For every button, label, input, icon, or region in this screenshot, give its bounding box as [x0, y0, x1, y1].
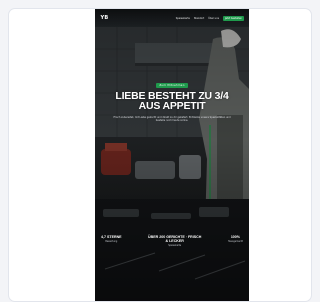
- stat-rating: 4,7 Sterne Bewertung: [101, 235, 122, 247]
- stat-homemade-value: 100%: [230, 235, 241, 239]
- stat-rating-value: 4,7 Sterne: [101, 235, 122, 239]
- brand-logo[interactable]: YB: [100, 14, 109, 22]
- hero-subtext: Frisch zubereitet, mit Liebe gekocht und…: [113, 116, 231, 123]
- top-navigation: YB Speisekarte Standort Über uns Jetzt b…: [95, 9, 249, 27]
- nav-link-about[interactable]: Über uns: [208, 17, 219, 20]
- nav-link-menu[interactable]: Speisekarte: [176, 17, 190, 20]
- stat-rating-label: Bewertung: [105, 240, 118, 243]
- hero-badge: Zum Mitnehmen: [156, 83, 188, 88]
- stat-homemade-label: Hausgemacht: [227, 240, 243, 243]
- stat-dishes: Über 200 Gerichte · Frisch & Lecker Spei…: [147, 235, 203, 247]
- preview-card: YB Speisekarte Standort Über uns Jetzt b…: [8, 8, 312, 302]
- hero-background-image: [95, 9, 249, 301]
- nav-links: Speisekarte Standort Über uns Jetzt best…: [176, 15, 244, 21]
- stat-dishes-value: Über 200 Gerichte · Frisch & Lecker: [148, 235, 202, 243]
- nav-link-location[interactable]: Standort: [194, 17, 204, 20]
- stat-homemade: 100% Hausgemacht: [228, 235, 243, 247]
- hero-section: Zum Mitnehmen Liebe besteht zu 3/4 aus A…: [95, 83, 249, 122]
- order-now-button[interactable]: Jetzt bestellen: [222, 15, 244, 21]
- stats-row: 4,7 Sterne Bewertung Über 200 Gerichte ·…: [95, 235, 249, 247]
- hero-headline: Liebe besteht zu 3/4 aus Appetit: [115, 90, 229, 112]
- mobile-preview: YB Speisekarte Standort Über uns Jetzt b…: [95, 9, 249, 301]
- stat-dishes-label: Speisekarte: [168, 244, 182, 247]
